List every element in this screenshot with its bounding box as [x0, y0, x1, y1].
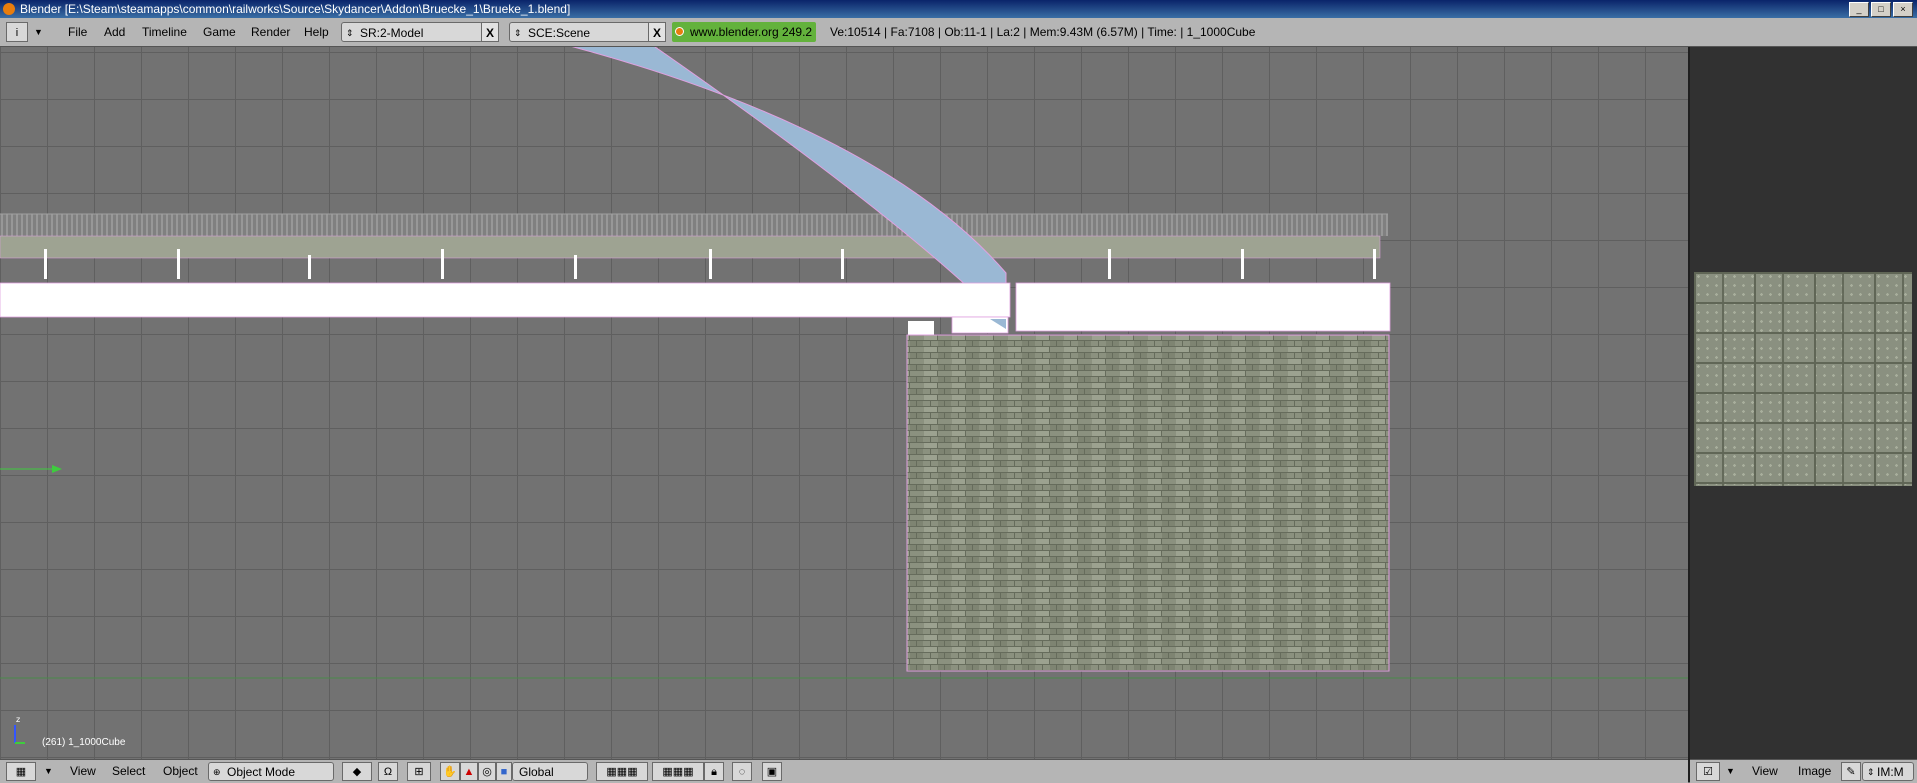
mode-label: Object Mode: [227, 765, 296, 779]
menu-image[interactable]: Image: [1794, 762, 1835, 781]
bridge-deck-end: [1015, 282, 1391, 332]
pivot-button[interactable]: Ω: [378, 762, 398, 781]
menu-view[interactable]: View: [1748, 762, 1782, 781]
menu-game[interactable]: Game: [199, 22, 240, 42]
editor-type-icon[interactable]: ▦: [6, 762, 36, 781]
object-mode-icon: ⊕: [213, 767, 221, 777]
viewport-scene: [0, 47, 1688, 679]
orientation-selector[interactable]: Global: [512, 762, 588, 781]
image-selector[interactable]: ⇕ IM:M: [1862, 762, 1914, 781]
scene-stats: Ve:10514 | Fa:7108 | Ob:11-1 | La:2 | Me…: [830, 25, 1256, 39]
3d-viewport[interactable]: [0, 47, 1688, 759]
axis-gizmo: z: [10, 715, 30, 745]
pin-icon[interactable]: ✎: [1841, 762, 1861, 781]
stone-abutment: [906, 334, 1390, 672]
bridge-arch: [571, 47, 1007, 325]
window-title: Blender [E:\Steam\steamapps\common\railw…: [20, 2, 571, 16]
railing-fence: [0, 214, 1388, 236]
layer-buttons-2[interactable]: ▦▦▦: [652, 762, 704, 781]
draw-type-button[interactable]: ◆: [342, 762, 372, 781]
image-editor-header: ☑ ▼ View Image ✎ ⇕ IM:M: [1690, 759, 1917, 783]
hand-icon[interactable]: ✋: [440, 762, 460, 781]
updown-arrows-icon: ⇕: [346, 28, 354, 38]
minimize-button[interactable]: _: [1849, 2, 1869, 17]
scale-icon[interactable]: ■: [496, 762, 512, 781]
screen-name: SR:2-Model: [360, 26, 424, 40]
rotate-icon[interactable]: ◎: [478, 762, 496, 781]
menu-file[interactable]: File: [64, 22, 91, 42]
maximize-button[interactable]: □: [1871, 2, 1891, 17]
delete-scene-button[interactable]: X: [648, 22, 666, 42]
menu-view[interactable]: View: [66, 762, 100, 781]
menu-select[interactable]: Select: [108, 762, 149, 781]
info-header: i ▼ File Add Timeline Game Render Help ⇕…: [0, 18, 1917, 47]
collapse-menu-icon[interactable]: ▼: [44, 762, 53, 781]
scene-name: SCE:Scene: [528, 26, 591, 40]
blender-logo-icon: [675, 27, 684, 36]
bridge-deck-edge: [0, 235, 1381, 259]
render-image-icon[interactable]: ▣: [762, 762, 782, 781]
lock-icon[interactable]: 🔒︎: [704, 762, 724, 781]
collapse-menu-icon[interactable]: ▼: [1726, 762, 1735, 781]
menu-timeline[interactable]: Timeline: [138, 22, 191, 42]
axis-arrow-icon: [52, 465, 62, 473]
blender-logo-icon: [3, 3, 15, 15]
info-editor-icon[interactable]: i: [6, 22, 28, 42]
blender-org-label: www.blender.org 249.2: [690, 25, 813, 39]
menu-render[interactable]: Render: [247, 22, 294, 42]
screen-selector[interactable]: ⇕ SR:2-Model: [341, 22, 483, 42]
layer-buttons-1[interactable]: ▦▦▦: [596, 762, 648, 781]
3d-view-header: ▦ ▼ View Select Object ⊕ Object Mode ◆ Ω…: [0, 759, 1688, 783]
delete-screen-button[interactable]: X: [481, 22, 499, 42]
menu-object[interactable]: Object: [159, 762, 202, 781]
updown-arrows-icon: ⇕: [1867, 767, 1875, 777]
blender-org-link[interactable]: www.blender.org 249.2: [672, 22, 817, 42]
bridge-deck-beam: [0, 282, 1011, 318]
scene-selector[interactable]: ⇕ SCE:Scene: [509, 22, 659, 42]
orientation-label: Global: [519, 765, 554, 779]
title-bar: Blender [E:\Steam\steamapps\common\railw…: [0, 0, 1917, 18]
close-window-button[interactable]: ×: [1893, 2, 1913, 17]
updown-arrows-icon: ⇕: [514, 28, 522, 38]
axis-z-label: z: [16, 715, 21, 724]
mode-selector[interactable]: ⊕ Object Mode: [208, 762, 334, 781]
texture-preview[interactable]: [1694, 272, 1912, 486]
image-name: IM:M: [1877, 765, 1904, 779]
object-info: (261) 1_1000Cube: [42, 737, 126, 748]
translate-icon[interactable]: ▲: [460, 762, 478, 781]
manipulator-toggle[interactable]: ⊞: [407, 762, 431, 781]
menu-help[interactable]: Help: [300, 22, 333, 42]
menu-add[interactable]: Add: [100, 22, 129, 42]
collapse-menu-icon[interactable]: ▼: [34, 22, 43, 42]
render-preview-icon[interactable]: ◌: [732, 762, 752, 781]
image-editor-type-icon[interactable]: ☑: [1696, 762, 1720, 781]
